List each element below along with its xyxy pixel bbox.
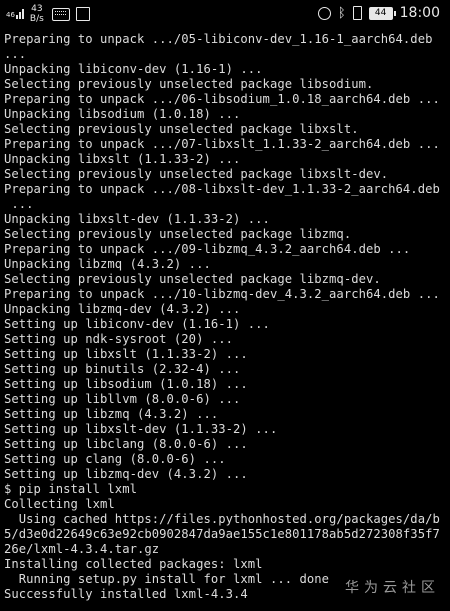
status-time: 18:00 bbox=[399, 5, 440, 21]
image-icon bbox=[75, 7, 90, 21]
terminal-line: Setting up libxslt (1.1.33-2) ... bbox=[4, 347, 248, 361]
alarm-icon bbox=[317, 6, 331, 20]
terminal-line: Selecting previously unselected package … bbox=[4, 272, 381, 286]
terminal-line: Setting up binutils (2.32-4) ... bbox=[4, 362, 241, 376]
status-right: ᛒ 44 18:00 bbox=[317, 5, 440, 21]
terminal-line: Setting up libclang (8.0.0-6) ... bbox=[4, 437, 248, 451]
terminal-line: Setting up libxslt-dev (1.1.33-2) ... bbox=[4, 422, 278, 436]
terminal-line: 5/d3e0d22649c63e92cb0902847da9ae155c1e80… bbox=[4, 527, 440, 541]
terminal-line: Setting up libzmq-dev (4.3.2) ... bbox=[4, 467, 248, 481]
terminal-line: ... bbox=[4, 47, 27, 61]
watermark: 华为云社区 bbox=[345, 580, 440, 596]
terminal-line: Preparing to unpack .../05-libiconv-dev_… bbox=[4, 32, 433, 46]
terminal-line: Setting up clang (8.0.0-6) ... bbox=[4, 452, 226, 466]
terminal-line: Collecting lxml bbox=[4, 497, 115, 511]
terminal-line: Setting up libllvm (8.0.0-6) ... bbox=[4, 392, 241, 406]
signal-label: 46 bbox=[6, 11, 15, 19]
terminal-line: Preparing to unpack .../08-libxslt-dev_1… bbox=[4, 182, 440, 196]
terminal-line: Unpacking libxslt-dev (1.1.33-2) ... bbox=[4, 212, 270, 226]
terminal-line: Installing collected packages: lxml bbox=[4, 557, 263, 571]
status-bar: 46 43 B/s ᛒ 44 18:00 bbox=[0, 0, 450, 30]
terminal-line: Selecting previously unselected package … bbox=[4, 227, 352, 241]
battery-icon: 44 bbox=[368, 6, 396, 20]
keyboard-icon bbox=[51, 7, 70, 21]
terminal-line: Selecting previously unselected package … bbox=[4, 77, 374, 91]
vibrate-icon bbox=[352, 6, 362, 20]
terminal-output[interactable]: Preparing to unpack .../05-libiconv-dev_… bbox=[4, 32, 450, 608]
terminal-line: Setting up ndk-sysroot (20) ... bbox=[4, 332, 234, 346]
status-left: 46 43 B/s bbox=[6, 4, 90, 24]
terminal-line: Unpacking libsodium (1.0.18) ... bbox=[4, 107, 241, 121]
terminal-line: Preparing to unpack .../10-libzmq-dev_4.… bbox=[4, 287, 440, 301]
terminal-line: $ pip install lxml bbox=[4, 482, 137, 496]
net-speed-unit: B/s bbox=[29, 14, 44, 24]
terminal-line: Setting up libsodium (1.0.18) ... bbox=[4, 377, 248, 391]
terminal-line: Preparing to unpack .../06-libsodium_1.0… bbox=[4, 92, 440, 106]
terminal-line: Unpacking libiconv-dev (1.16-1) ... bbox=[4, 62, 263, 76]
terminal-line: Unpacking libxslt (1.1.33-2) ... bbox=[4, 152, 241, 166]
terminal-line: Selecting previously unselected package … bbox=[4, 122, 359, 136]
terminal-line: Setting up libzmq (4.3.2) ... bbox=[4, 407, 219, 421]
terminal-line: ... bbox=[4, 197, 34, 211]
bluetooth-icon: ᛒ bbox=[337, 5, 346, 21]
signal-icon: 46 bbox=[6, 9, 24, 19]
terminal-line: Unpacking libzmq-dev (4.3.2) ... bbox=[4, 302, 241, 316]
terminal-line: Setting up libiconv-dev (1.16-1) ... bbox=[4, 317, 270, 331]
terminal-line: Preparing to unpack .../07-libxslt_1.1.3… bbox=[4, 137, 440, 151]
terminal-line: Using cached https://files.pythonhosted.… bbox=[4, 512, 440, 526]
terminal-line: Unpacking libzmq (4.3.2) ... bbox=[4, 257, 211, 271]
terminal-line: Selecting previously unselected package … bbox=[4, 167, 389, 181]
net-speed: 43 B/s bbox=[30, 4, 44, 24]
terminal-line: Preparing to unpack .../09-libzmq_4.3.2_… bbox=[4, 242, 411, 256]
net-speed-value: 43 bbox=[31, 4, 43, 14]
terminal-line: 26e/lxml-4.3.4.tar.gz bbox=[4, 542, 160, 556]
